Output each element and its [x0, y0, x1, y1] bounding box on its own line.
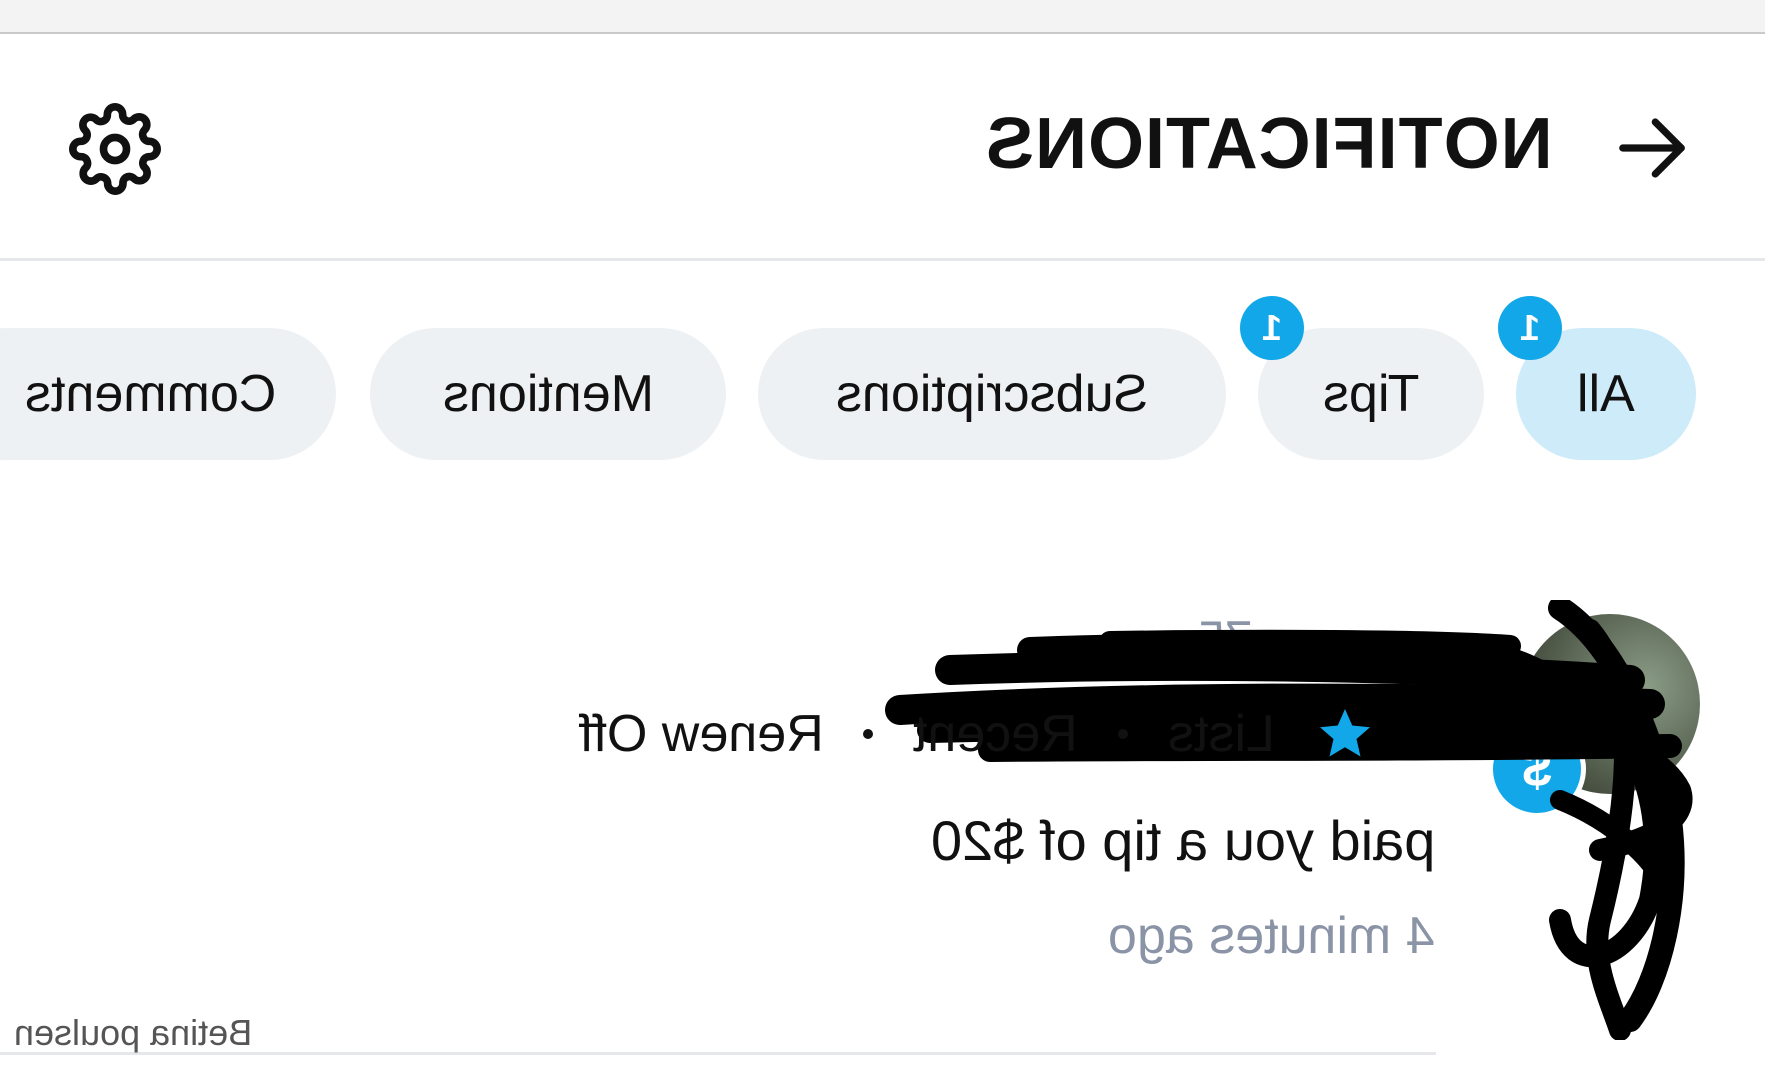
renew-status[interactable]: Renew Off — [579, 704, 824, 764]
user-handle-text: 75 — [1197, 611, 1253, 667]
separator-dot — [863, 729, 874, 739]
renew-label: Renew Off — [578, 705, 824, 763]
star-icon[interactable] — [1315, 704, 1375, 764]
tab-all[interactable]: All 1 — [1498, 296, 1696, 460]
notifications-page: NOTIFICATIONS All 1 Tips 1 Subscriptions — [0, 0, 1765, 1080]
tab-subscriptions[interactable]: Subscriptions — [758, 328, 1226, 460]
notification-message-text: paid you a tip of $20 — [930, 809, 1435, 872]
watermark-text: Betina poulsen — [14, 1012, 252, 1054]
badge-count: 1 — [1261, 307, 1283, 348]
unread-count-badge: 1 — [1240, 296, 1304, 360]
notifications-header: NOTIFICATIONS — [0, 34, 1765, 258]
arrow-right-icon — [1619, 118, 1685, 178]
user-handle[interactable]: 75 — [1197, 610, 1253, 668]
page-title: NOTIFICATIONS — [985, 102, 1553, 186]
dollar-icon: $ — [1488, 720, 1586, 818]
notification-timestamp: 4 minutes ago — [1108, 906, 1435, 966]
tab-comments[interactable]: Comments — [0, 328, 336, 460]
tab-label: Mentions — [442, 365, 654, 423]
lists-link[interactable]: Lists — [1168, 704, 1275, 764]
tab-label: Comments — [24, 365, 276, 423]
user-meta-row: Renew Off Recent Lists — [579, 704, 1375, 764]
tab-mentions[interactable]: Mentions — [370, 328, 726, 460]
watermark-label: Betina poulsen — [14, 1012, 253, 1053]
tab-tips[interactable]: Tips 1 — [1240, 296, 1484, 460]
gear-icon — [69, 103, 161, 195]
settings-button[interactable] — [66, 100, 164, 198]
notification-item[interactable]: $ 75 Renew Off Recent Lists paid you a t… — [0, 560, 1765, 1060]
tab-label: Subscriptions — [835, 365, 1149, 423]
timestamp-text: 4 minutes ago — [1108, 907, 1435, 965]
tab-label: All — [1577, 365, 1635, 423]
notification-message: paid you a tip of $20 — [931, 808, 1435, 873]
lists-label: Lists — [1168, 705, 1275, 763]
unread-count-badge: 1 — [1498, 296, 1562, 360]
recent-label: Recent — [913, 705, 1079, 763]
browser-top-strip — [0, 0, 1765, 34]
tab-label: Tips — [1322, 365, 1420, 423]
notification-filter-tabs: All 1 Tips 1 Subscriptions Mentions Comm… — [0, 296, 1765, 460]
recent-link[interactable]: Recent — [913, 704, 1078, 764]
separator-dot — [1118, 729, 1129, 739]
header-divider — [0, 258, 1765, 261]
back-button[interactable] — [1612, 108, 1692, 188]
page-title-text: NOTIFICATIONS — [985, 104, 1553, 184]
badge-count: 1 — [1519, 307, 1541, 348]
